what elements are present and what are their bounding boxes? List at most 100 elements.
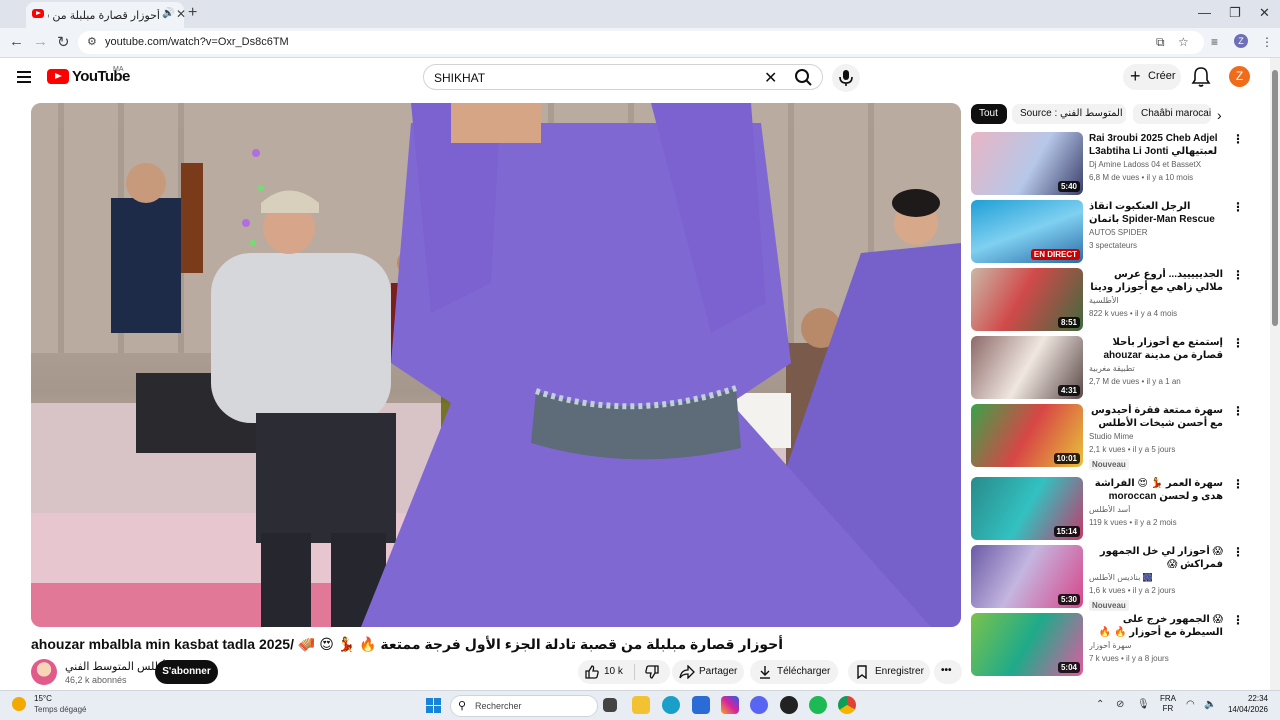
channel-avatar[interactable] [31, 659, 57, 685]
chevron-right-icon[interactable]: › [1217, 107, 1222, 123]
notifications-button[interactable] [1191, 66, 1211, 88]
download-button[interactable]: Télécharger [750, 660, 838, 684]
chip-all[interactable]: Tout [971, 104, 1007, 124]
install-app-icon[interactable]: ⧉ [1156, 35, 1165, 50]
windows-start-icon[interactable] [426, 698, 441, 713]
clock-date[interactable]: 14/04/2026 [1222, 705, 1268, 714]
like-button[interactable]: 10 k [578, 660, 634, 684]
scrollbar-thumb[interactable] [1272, 70, 1278, 326]
language-indicator[interactable]: FRA FR [1160, 694, 1176, 714]
save-button[interactable]: Enregistrer [848, 660, 930, 684]
video-thumbnail[interactable]: 15:14 [971, 477, 1083, 540]
browser-profile-avatar[interactable]: Z [1234, 34, 1248, 48]
more-vert-icon[interactable]: ⋮ [1232, 132, 1244, 146]
video-thumbnail[interactable]: 5:40 [971, 132, 1083, 195]
recommendation-item[interactable]: 5:04 😱 الجمهور خرج على السيطرة مع أحوزار… [971, 613, 1261, 677]
page-scrollbar[interactable] [1270, 58, 1280, 690]
back-icon[interactable]: ← [9, 33, 24, 50]
bookmark-star-icon[interactable]: ☆ [1178, 35, 1189, 49]
video-thumbnail[interactable]: 10:01 [971, 404, 1083, 467]
discord-icon[interactable] [750, 696, 768, 714]
youtube-logo-icon[interactable] [47, 69, 69, 84]
search-input[interactable]: SHIKHAT [434, 71, 485, 85]
clock-time[interactable]: 22:34 [1222, 694, 1268, 703]
browser-tab-active[interactable]: أحوزار قصارة مبلبلة من قصب 🔊 ✕ [26, 2, 186, 28]
weather-moon-icon[interactable] [12, 697, 26, 711]
recommendation-item[interactable]: 10:01 سهرة ممتعة فقرة أحيدوس مع أحسن شيخ… [971, 404, 1261, 470]
tab-close-icon[interactable]: ✕ [176, 7, 186, 21]
weather-description[interactable]: Temps dégagé [34, 705, 86, 714]
video-thumbnail[interactable]: 4:31 [971, 336, 1083, 399]
minimize-icon[interactable]: — [1198, 5, 1211, 20]
volume-icon[interactable]: 🔈 [1204, 699, 1216, 710]
more-actions-button[interactable]: ••• [934, 660, 962, 684]
wifi-icon[interactable]: ◠ [1186, 699, 1195, 710]
create-button[interactable]: + Créer [1123, 64, 1181, 90]
restore-icon[interactable]: ❐ [1229, 5, 1241, 21]
recommendation-title[interactable]: 😱 أحوزار لي خل الجمهور فمراكش 😱 [1089, 545, 1223, 571]
more-vert-icon[interactable]: ⋮ [1232, 268, 1244, 282]
share-button[interactable]: Partager [672, 660, 744, 684]
search-box[interactable]: SHIKHAT ✕ [423, 64, 823, 90]
recommendation-item[interactable]: 5:30 😱 أحوزار لي خل الجمهور فمراكش 😱 🎆 ب… [971, 545, 1261, 611]
chip-source[interactable]: Source : الأطلس المتوسط الفني [1012, 104, 1126, 124]
window-close-icon[interactable]: ✕ [1259, 5, 1270, 21]
recommendation-item[interactable]: 15:14 سهرة العمر 💃 😍 الفراشة هدى و لحسن … [971, 477, 1261, 541]
tray-expand-icon[interactable]: ⌃ [1096, 699, 1104, 710]
recommendation-item[interactable]: 5:40 Rai 3roubi 2025 Cheb Adjel L3abtiha… [971, 132, 1261, 196]
more-vert-icon[interactable]: ⋮ [1232, 545, 1244, 559]
account-avatar[interactable]: Z [1229, 66, 1250, 87]
video-thumbnail[interactable]: EN DIRECT [971, 200, 1083, 263]
forward-icon[interactable]: → [33, 33, 48, 50]
weather-temperature[interactable]: 15°C [34, 694, 52, 703]
video-player[interactable] [31, 103, 961, 627]
recommendation-channel[interactable]: أسد الأطلس [1089, 505, 1223, 514]
reload-icon[interactable]: ↻ [57, 33, 70, 51]
more-vert-icon[interactable]: ⋮ [1232, 404, 1244, 418]
task-view-icon[interactable] [603, 698, 617, 712]
speaker-icon[interactable]: 🔊 [162, 8, 174, 19]
recommendation-channel[interactable]: Studio Mime [1089, 432, 1223, 441]
address-bar[interactable]: ⚙ youtube.com/watch?v=Oxr_Ds8c6TM ⧉ ☆ [78, 31, 1204, 54]
recommendation-channel[interactable]: 🎆 بناديس الأطلس [1089, 573, 1223, 582]
spotify-icon[interactable] [809, 696, 827, 714]
more-vert-icon[interactable]: ⋮ [1232, 477, 1244, 491]
recommendation-title[interactable]: سهرة ممتعة فقرة أحيدوس مع أحسن شيخات الأ… [1089, 404, 1223, 430]
recommendation-item[interactable]: 8:51 الجديييييد... أروع عرس ملالي زاهي م… [971, 268, 1261, 332]
recommendation-title[interactable]: الرجل العنكبوت انقاذ باتمان Spider-Man R… [1089, 200, 1223, 226]
recommendation-title[interactable]: سهرة العمر 💃 😍 الفراشة هدى و لحسن morocc… [1089, 477, 1223, 503]
clear-search-icon[interactable]: ✕ [764, 68, 777, 88]
menu-icon[interactable] [17, 71, 31, 83]
media-app-icon[interactable] [780, 696, 798, 714]
subscribe-button[interactable]: S'abonner [155, 660, 218, 684]
microphone-tray-icon[interactable]: 🎙 [1137, 699, 1150, 710]
video-thumbnail[interactable]: 5:04 [971, 613, 1083, 676]
recommendation-title[interactable]: الجديييييد... أروع عرس ملالي زاهي مع أحو… [1089, 268, 1223, 294]
edge-icon[interactable] [662, 696, 680, 714]
taskbar-search[interactable]: ⚲ Rechercher [450, 695, 598, 717]
more-vert-icon[interactable]: ⋮ [1232, 200, 1244, 214]
recommendation-title[interactable]: 😱 الجمهور خرج على السيطرة مع أحوزار 🔥 🔥 [1089, 613, 1223, 639]
video-thumbnail[interactable]: 8:51 [971, 268, 1083, 331]
video-thumbnail[interactable]: 5:30 [971, 545, 1083, 608]
recommendation-channel[interactable]: سهرة أحوزار [1089, 641, 1223, 650]
recommendation-channel[interactable]: الأطلسية [1089, 296, 1223, 305]
browser-menu-icon[interactable]: ⋮ [1261, 35, 1273, 49]
recommendation-channel[interactable]: Dj Amine Ladoss 04 et BassetX [1089, 160, 1223, 169]
recommendation-item[interactable]: EN DIRECT الرجل العنكبوت انقاذ باتمان Sp… [971, 200, 1261, 264]
network-off-icon[interactable]: ⊘ [1116, 699, 1124, 710]
recommendation-channel[interactable]: AUTO5 SPIDER [1089, 228, 1223, 237]
dislike-button[interactable] [638, 660, 668, 684]
instagram-icon[interactable] [721, 696, 739, 714]
more-vert-icon[interactable]: ⋮ [1232, 336, 1244, 350]
media-controls-icon[interactable]: ≡ [1211, 35, 1218, 49]
new-tab-button[interactable]: + [188, 4, 197, 22]
more-vert-icon[interactable]: ⋮ [1232, 613, 1244, 627]
outlook-icon[interactable] [692, 696, 710, 714]
voice-search-button[interactable] [832, 64, 860, 92]
search-button[interactable] [786, 67, 822, 87]
url-text[interactable]: youtube.com/watch?v=Oxr_Ds8c6TM [105, 36, 289, 48]
chrome-icon[interactable] [838, 696, 856, 714]
file-explorer-icon[interactable] [632, 696, 650, 714]
recommendation-title[interactable]: إستمتع مع أحوزار بأحلا قصارة من مدينة ah… [1089, 336, 1223, 362]
